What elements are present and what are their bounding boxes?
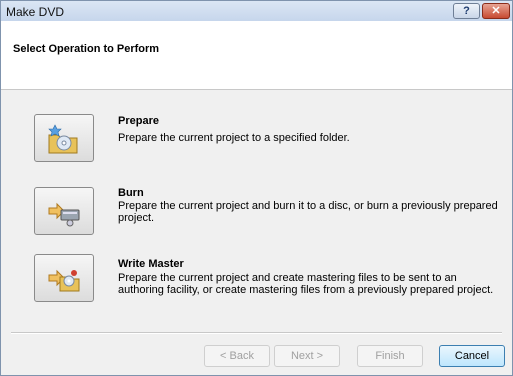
burn-title: Burn [118,187,144,199]
cancel-button[interactable]: Cancel [439,345,505,367]
next-button[interactable]: Next > [274,345,340,367]
write-master-title: Write Master [118,258,184,270]
page-title: Select Operation to Perform [13,43,160,55]
burn-description: Prepare the current project and burn it … [118,200,498,224]
dialog-header: Select Operation to Perform [1,21,512,90]
master-files-icon [48,269,80,292]
window-title: Make DVD [6,5,65,19]
back-button[interactable]: < Back [204,345,270,367]
folder-disc-icon [48,124,78,154]
make-dvd-dialog: Make DVD ? ✕ Select Operation to Perform… [0,0,513,376]
footer-divider [11,332,502,334]
close-button[interactable]: ✕ [482,3,510,19]
write-master-description: Prepare the current project and create m… [118,272,494,296]
prepare-title: Prepare [118,115,159,127]
title-bar: Make DVD ? ✕ [1,1,512,21]
prepare-description: Prepare the current project to a specifi… [118,132,350,144]
finish-button[interactable]: Finish [357,345,423,367]
write-master-button[interactable] [34,254,94,302]
help-button[interactable]: ? [453,3,480,19]
burn-button[interactable] [34,187,94,235]
prepare-button[interactable] [34,114,94,162]
disc-burner-icon [48,202,80,227]
